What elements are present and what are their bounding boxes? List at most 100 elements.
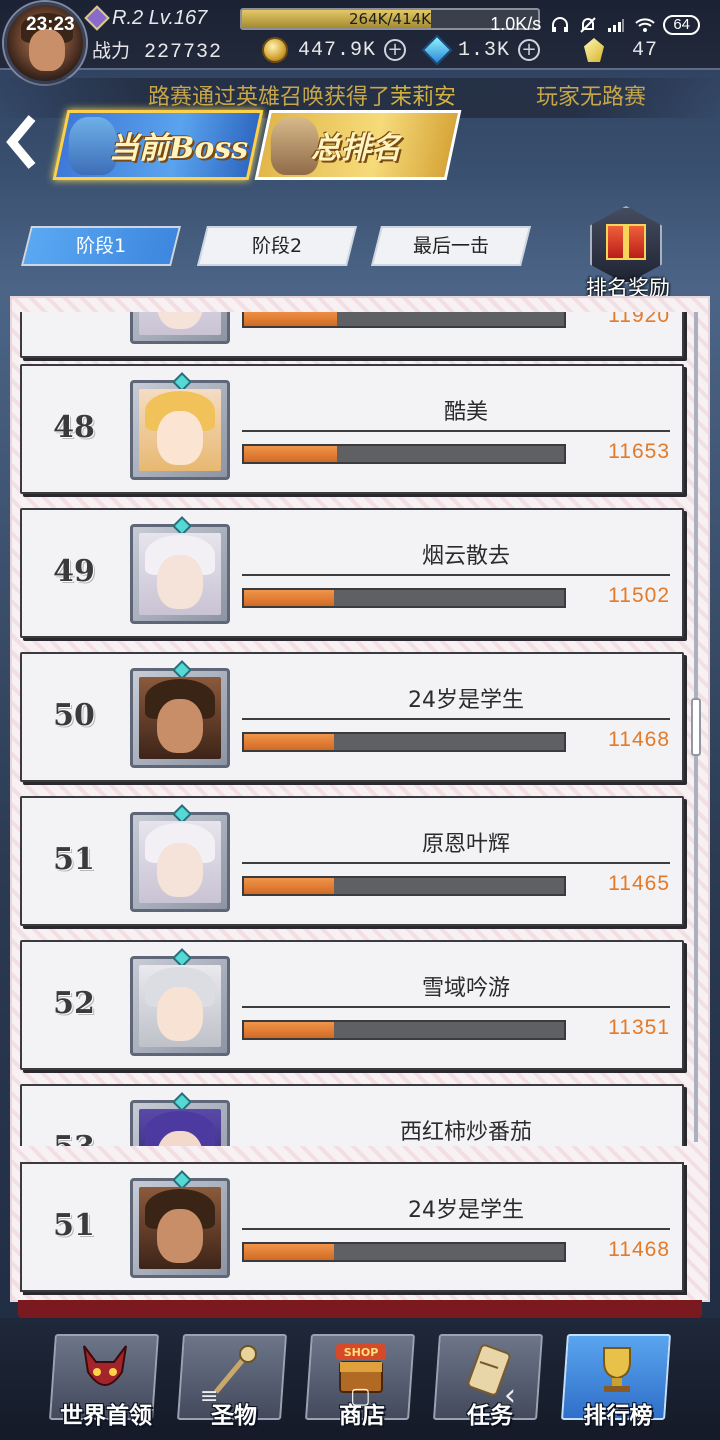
system-menu-button[interactable]: ≡ (200, 1384, 218, 1409)
damage-bar-fill (244, 590, 334, 606)
tab-last-hit-label: 最后一击 (412, 235, 489, 257)
ranking-row[interactable]: 48 酷美 11653 (20, 364, 684, 494)
player-portrait (139, 821, 221, 903)
tab-current-boss[interactable]: 当前Boss (52, 110, 264, 180)
tab-stage-1-label: 阶段1 (75, 235, 127, 257)
level-row: R.2 Lv.167 (84, 5, 207, 31)
player-portrait (139, 312, 221, 335)
damage-bar-fill (244, 734, 334, 750)
player-portrait (139, 533, 221, 615)
system-home-button[interactable]: ▢ (350, 1384, 371, 1409)
nav-item-scroll[interactable]: 任务 (432, 1334, 544, 1434)
gold-coin-icon (262, 37, 288, 63)
player-portrait-frame[interactable] (130, 804, 230, 912)
player-portrait (139, 677, 221, 759)
ranking-reward-button[interactable]: 排名奖励 (572, 206, 684, 302)
player-portrait-frame[interactable] (130, 948, 230, 1056)
ranking-row[interactable]: 11920 (20, 312, 684, 358)
rank-number: 52 (53, 986, 95, 1021)
tab-stage-1[interactable]: 阶段1 (21, 226, 181, 266)
crystal-resource: 47 (584, 36, 658, 64)
combat-power: 战力 227732 (92, 36, 222, 64)
tab-stage-2-label: 阶段2 (251, 235, 303, 257)
marquee-text: 路赛通过英雄召唤获得了 (148, 85, 391, 110)
damage-bar (242, 1020, 566, 1040)
rank-number: 53 (44, 1130, 104, 1146)
portrait-face (157, 699, 203, 753)
trophy-icon (590, 1342, 644, 1398)
rank-number: 51 (53, 842, 95, 877)
scrollbar-thumb[interactable] (691, 698, 701, 756)
chevron-left-icon (6, 115, 36, 169)
damage-bar (242, 732, 566, 752)
damage-score: 11351 (608, 1016, 670, 1039)
player-name: 24岁是学生 (408, 688, 524, 713)
player-portrait (139, 1187, 221, 1269)
damage-bar-fill (244, 1022, 334, 1038)
status-time: 23:23 (26, 14, 75, 35)
player-name: 西红柿炒番茄 (399, 1120, 532, 1145)
rank-number: 49 (53, 554, 95, 589)
damage-bar (242, 312, 566, 328)
battery-indicator: 64 (663, 14, 700, 35)
my-rank-row: 51 24岁是学生 11468 (20, 1162, 684, 1292)
tab-last-hit[interactable]: 最后一击 (371, 226, 531, 266)
power-value: 227732 (144, 41, 223, 64)
crystal-amount: 47 (632, 38, 659, 62)
nav-label: 任务 (467, 1403, 513, 1429)
gem-icon (421, 34, 453, 66)
damage-score: 11468 (608, 1238, 670, 1261)
system-back-button[interactable]: ‹ (504, 1378, 516, 1413)
nav-item-trophy[interactable]: 排行榜 (560, 1334, 672, 1434)
mute-bell-icon (579, 16, 597, 33)
gold-resource: 447.9K + (262, 36, 407, 64)
damage-score: 11653 (608, 440, 670, 463)
portrait-face (157, 987, 203, 1041)
damage-bar (242, 588, 566, 608)
add-gem-button[interactable]: + (518, 39, 541, 61)
ranking-row[interactable]: 51 原恩叶辉 11465 (20, 796, 684, 926)
portrait-face (157, 312, 203, 329)
signal-icon (607, 17, 625, 33)
player-portrait-frame[interactable] (130, 1092, 230, 1146)
damage-bar (242, 1242, 566, 1262)
player-portrait-frame[interactable] (130, 372, 230, 480)
ranking-row[interactable]: 49 烟云散去 11502 (20, 508, 684, 638)
nav-label: 圣物 (211, 1403, 257, 1429)
player-portrait (139, 1109, 221, 1146)
player-name: 烟云散去 (421, 544, 510, 569)
system-status: 1.0K/s 64 (490, 14, 700, 35)
player-name: 酷美 (443, 400, 488, 425)
rank-number: 50 (53, 698, 95, 733)
gem-amount: 1.3K (458, 38, 511, 62)
ranking-row[interactable]: 52 雪域吟游 11351 (20, 940, 684, 1070)
ranking-row[interactable]: 53 西红柿炒番茄 (20, 1084, 684, 1146)
tab-stage-2[interactable]: 阶段2 (197, 226, 357, 266)
nav-label: 世界首领 (60, 1403, 152, 1429)
portrait-face (157, 411, 203, 465)
nav-item-demon-mask[interactable]: 世界首领 (48, 1334, 160, 1434)
panel-bottom-edge (18, 1300, 702, 1318)
top-status-bar: R.2 Lv.167 264K/414K 战力 227732 447.9K + … (0, 0, 720, 70)
portrait-face (157, 555, 203, 609)
tab-total-ranking[interactable]: 总排名 (254, 110, 462, 180)
player-name: 雪域吟游 (421, 976, 510, 1001)
player-portrait-frame[interactable] (130, 516, 230, 624)
gem-resource: 1.3K + (421, 34, 541, 66)
demon-mask-icon (78, 1342, 132, 1398)
portrait-face (157, 1209, 203, 1263)
gold-amount: 447.9K (298, 38, 377, 62)
ranking-row[interactable]: 50 24岁是学生 11468 (20, 652, 684, 782)
back-button[interactable] (4, 112, 44, 176)
divider (242, 1006, 670, 1008)
player-portrait-frame[interactable] (130, 1170, 230, 1278)
nav-item-staff[interactable]: 圣物 (176, 1334, 288, 1434)
rank-number: 48 (53, 410, 95, 445)
damage-bar-fill (244, 446, 337, 462)
nav-label: 排行榜 (583, 1403, 653, 1429)
player-portrait-frame[interactable] (130, 660, 230, 768)
add-gold-button[interactable]: + (384, 39, 407, 61)
divider (242, 574, 670, 576)
player-portrait-frame[interactable] (130, 312, 230, 344)
ranking-list[interactable]: 11920 48 酷美 11653 49 烟云散去 11502 50 24岁是学生 11468 51… (10, 312, 690, 1146)
